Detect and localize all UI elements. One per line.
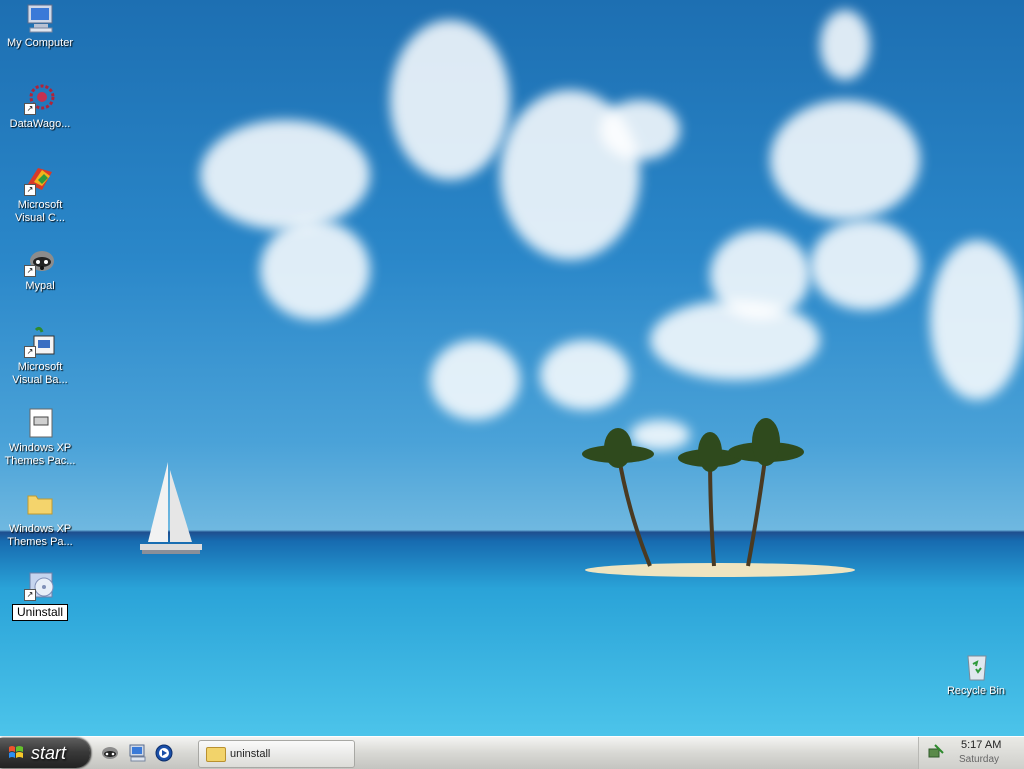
- quick-launch-media-player-icon[interactable]: [154, 743, 174, 763]
- desktop-wallpaper: My Computer ↗ DataWago... ↗ Microsoft Vi…: [0, 0, 1024, 736]
- desktop-icon-windows-xp-themes-pack-folder[interactable]: Windows XP Themes Pa...: [2, 488, 78, 549]
- cloud: [710, 230, 810, 320]
- cloud: [930, 240, 1024, 400]
- desktop-icon-my-computer[interactable]: My Computer: [2, 2, 78, 50]
- palm-trees-image: [582, 418, 804, 567]
- mypal-icon: ↗: [24, 245, 56, 277]
- folder-icon: [206, 747, 226, 762]
- desktop-icon-microsoft-visual-c[interactable]: ↗ Microsoft Visual C...: [2, 164, 78, 225]
- quick-launch-mypal-icon[interactable]: [100, 743, 120, 763]
- cloud: [820, 10, 870, 80]
- icon-label: Uninstall: [11, 604, 69, 621]
- icon-label: Mypal: [25, 280, 55, 292]
- cloud: [770, 100, 920, 220]
- icon-label: My Computer: [6, 37, 74, 49]
- shortcut-arrow-icon: ↗: [24, 589, 36, 601]
- icon-label: Microsoft Visual C...: [15, 199, 65, 224]
- start-label: start: [31, 743, 67, 763]
- cloud: [600, 100, 680, 160]
- icon-label: Microsoft Visual Ba...: [12, 361, 68, 386]
- desktop-icon-uninstall[interactable]: ↗ Uninstall: [2, 569, 78, 621]
- system-tray: 5:17 AM Saturday: [918, 737, 1024, 769]
- cloud: [200, 120, 370, 230]
- start-button[interactable]: start: [0, 738, 90, 768]
- quick-launch-computer-icon[interactable]: [128, 743, 148, 763]
- cloud: [430, 340, 520, 420]
- icon-label: Recycle Bin: [946, 685, 1006, 697]
- cloud: [390, 20, 510, 180]
- desktop-icon-microsoft-visual-basic[interactable]: ↗ Microsoft Visual Ba...: [2, 326, 78, 387]
- desktop-icon-mypal[interactable]: ↗ Mypal: [2, 245, 78, 293]
- icon-label: Windows XP Themes Pac...: [4, 442, 76, 467]
- computer-icon: [24, 2, 56, 34]
- taskbar-button-uninstall[interactable]: uninstall: [198, 740, 355, 768]
- cloud: [810, 220, 920, 310]
- shortcut-arrow-icon: ↗: [24, 346, 36, 358]
- shortcut-arrow-icon: ↗: [24, 184, 36, 196]
- sailboat-image: [140, 462, 202, 554]
- shortcut-arrow-icon: ↗: [24, 265, 36, 277]
- network-tray-icon[interactable]: [927, 743, 945, 761]
- clock-day: Saturday: [959, 754, 1000, 765]
- taskbar-button-label: uninstall: [230, 748, 271, 760]
- datawagon-icon: ↗: [24, 83, 56, 115]
- cloud: [540, 340, 630, 410]
- shortcut-arrow-icon: ↗: [24, 103, 36, 115]
- desktop-icon-datawagon[interactable]: ↗ DataWago...: [2, 83, 78, 131]
- taskbar: start uninstall 5:17 AM Saturday: [0, 736, 1024, 769]
- icon-label: Windows XP Themes Pa...: [7, 523, 73, 548]
- visual-basic-icon: ↗: [24, 326, 56, 358]
- folder-icon: [24, 488, 56, 520]
- windows-logo-icon: [9, 746, 23, 758]
- cloud: [260, 220, 370, 320]
- recycle-bin-icon: [960, 650, 992, 682]
- desktop-icon-recycle-bin[interactable]: Recycle Bin: [938, 650, 1014, 698]
- desktop-icon-windows-xp-themes-pack-file[interactable]: Windows XP Themes Pac...: [2, 407, 78, 468]
- cd-installer-icon: ↗: [24, 569, 56, 601]
- document-icon: [24, 407, 56, 439]
- clock-time[interactable]: 5:17 AM: [961, 739, 1001, 751]
- icon-label: DataWago...: [9, 118, 71, 130]
- visual-cpp-icon: ↗: [24, 164, 56, 196]
